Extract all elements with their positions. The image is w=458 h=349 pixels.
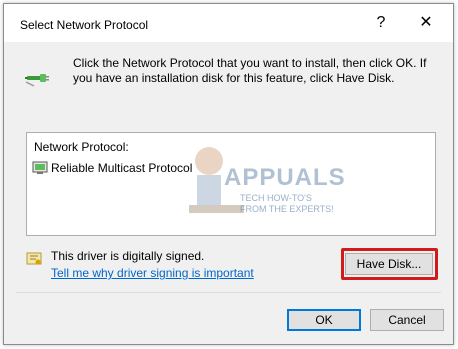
- list-item-label: Reliable Multicast Protocol: [51, 161, 193, 175]
- list-item[interactable]: Reliable Multicast Protocol: [32, 159, 192, 177]
- network-protocol-icon: [25, 74, 49, 87]
- cancel-button[interactable]: Cancel: [370, 309, 444, 331]
- certificate-icon: [26, 252, 42, 265]
- help-button[interactable]: ?: [362, 8, 400, 38]
- window-title: Select Network Protocol: [20, 18, 149, 32]
- watermark-tagline: TECH HOW-TO'S FROM THE EXPERTS!: [240, 193, 334, 214]
- instruction-text: Click the Network Protocol that you want…: [73, 56, 427, 85]
- watermark-brand: APPUALS: [224, 164, 346, 191]
- ok-button[interactable]: OK: [287, 309, 361, 331]
- list-header: Network Protocol:: [34, 140, 129, 154]
- network-adapter-icon: [32, 161, 48, 174]
- driver-signed-text: This driver is digitally signed.: [51, 249, 205, 263]
- highlight-annotation: [341, 248, 438, 280]
- title-bar[interactable]: Select Network Protocol ? ✕: [4, 4, 453, 42]
- close-button[interactable]: ✕: [407, 8, 445, 38]
- dialog-window: Select Network Protocol ? ✕ Click the Ne…: [3, 3, 454, 345]
- driver-signing-link[interactable]: Tell me why driver signing is important: [51, 266, 254, 280]
- divider: [16, 292, 441, 293]
